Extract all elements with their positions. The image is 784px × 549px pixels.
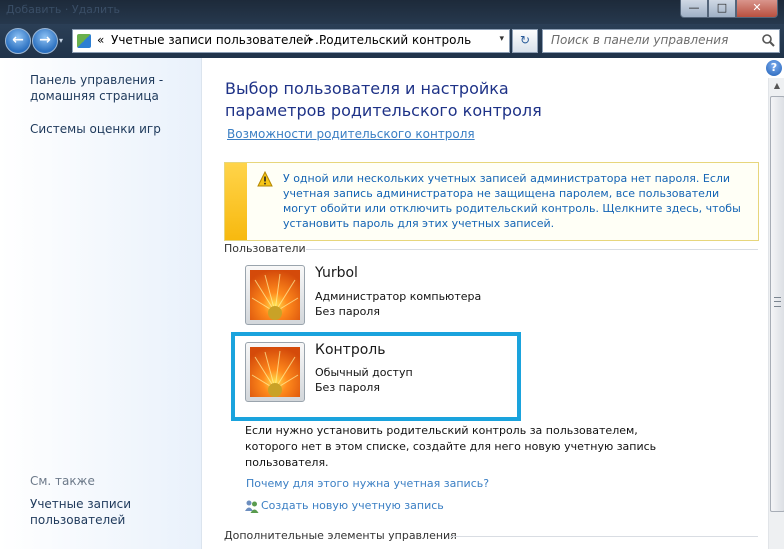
search-input[interactable]: Поиск в панели управления xyxy=(551,33,728,47)
address-bar[interactable]: « Учетные записи пользователей ... ▸ Род… xyxy=(72,29,510,53)
window-controls: — □ ✕ xyxy=(680,0,778,18)
address-chevron[interactable]: « xyxy=(97,33,104,47)
user-tile-kontrol[interactable]: Контроль Обычный доступ Без пароля xyxy=(245,342,515,402)
no-password-warning[interactable]: У одной или нескольких учетных записей а… xyxy=(224,162,759,241)
forward-arrow-icon: → xyxy=(39,32,51,48)
window-title-bar: Добавить · Удалить — □ ✕ xyxy=(0,0,784,24)
warning-text[interactable]: У одной или нескольких учетных записей а… xyxy=(283,171,753,231)
avatar-image xyxy=(250,347,300,397)
why-account-needed-link[interactable]: Почему для этого нужна учетная запись? xyxy=(246,477,489,490)
accounts-link-line1: Учетные записи xyxy=(30,497,132,511)
left-navigation-pane: Панель управления - домашняя страница Си… xyxy=(0,58,202,549)
window-title: Добавить · Удалить xyxy=(6,3,120,16)
address-dropdown[interactable]: ▾ xyxy=(499,34,504,44)
additional-controls-heading: Дополнительные элементы управления xyxy=(224,529,457,542)
avatar-image xyxy=(250,270,300,320)
scroll-up-arrow-icon[interactable]: ▲ xyxy=(769,78,784,94)
users-heading: Пользователи xyxy=(224,242,306,255)
forward-button[interactable]: → xyxy=(32,28,58,54)
user-tile-yurbol[interactable]: Yurbol Администратор компьютера Без паро… xyxy=(245,265,515,325)
warning-strip xyxy=(225,163,247,240)
breadcrumb-user-accounts[interactable]: Учетные записи пользователей ... xyxy=(111,33,326,47)
see-also-heading: См. также xyxy=(30,474,95,488)
breadcrumb-separator[interactable]: ▸ xyxy=(309,35,314,45)
create-new-account-link[interactable]: Создать новую учетную запись xyxy=(261,499,444,512)
control-panel-home-link[interactable]: Панель управления - домашняя страница xyxy=(30,72,163,104)
refresh-icon: ↻ xyxy=(519,33,531,47)
users-divider xyxy=(306,249,758,250)
flower-avatar-icon xyxy=(245,265,305,325)
back-button[interactable]: ← xyxy=(5,28,31,54)
maximize-button[interactable]: □ xyxy=(708,0,736,18)
new-account-note: Если нужно установить родительский контр… xyxy=(245,424,657,469)
control-panel-icon xyxy=(77,34,91,48)
refresh-button[interactable]: ↻ xyxy=(512,29,538,53)
additional-controls-divider xyxy=(450,536,758,537)
user-role: Администратор компьютера xyxy=(315,290,482,303)
user-accounts-link[interactable]: Учетные записи пользователей xyxy=(30,496,131,528)
close-button[interactable]: ✕ xyxy=(736,0,778,18)
parental-controls-features-link[interactable]: Возможности родительского контроля xyxy=(227,127,475,141)
scrollbar-thumb[interactable] xyxy=(770,96,784,512)
users-icon xyxy=(245,500,259,513)
scrollbar-grip-icon xyxy=(774,297,781,307)
search-icon[interactable] xyxy=(761,33,775,47)
user-name: Контроль xyxy=(315,342,386,358)
back-arrow-icon: ← xyxy=(12,32,24,48)
user-password-status: Без пароля xyxy=(315,305,380,318)
user-role: Обычный доступ xyxy=(315,366,413,379)
accounts-link-line2: пользователей xyxy=(30,513,126,527)
navigation-bar: ← → ▾ « Учетные записи пользователей ...… xyxy=(0,24,784,58)
breadcrumb-parental-controls[interactable]: Родительский контроль xyxy=(319,33,471,47)
minimize-button[interactable]: — xyxy=(680,0,708,18)
home-link-line1: Панель управления - xyxy=(30,73,164,87)
help-icon[interactable]: ? xyxy=(766,60,782,76)
warning-triangle-icon xyxy=(257,171,273,187)
home-link-line2: домашняя страница xyxy=(30,89,159,103)
page-title: Выбор пользователя и настройка параметро… xyxy=(225,79,542,120)
flower-avatar-icon xyxy=(245,342,305,402)
user-password-status: Без пароля xyxy=(315,381,380,394)
game-ratings-link[interactable]: Системы оценки игр xyxy=(30,121,161,137)
search-box[interactable]: Поиск в панели управления xyxy=(542,29,780,53)
recent-pages-dropdown[interactable]: ▾ xyxy=(59,36,63,45)
user-name: Yurbol xyxy=(315,265,358,281)
vertical-scrollbar[interactable]: ▲ xyxy=(768,78,784,549)
